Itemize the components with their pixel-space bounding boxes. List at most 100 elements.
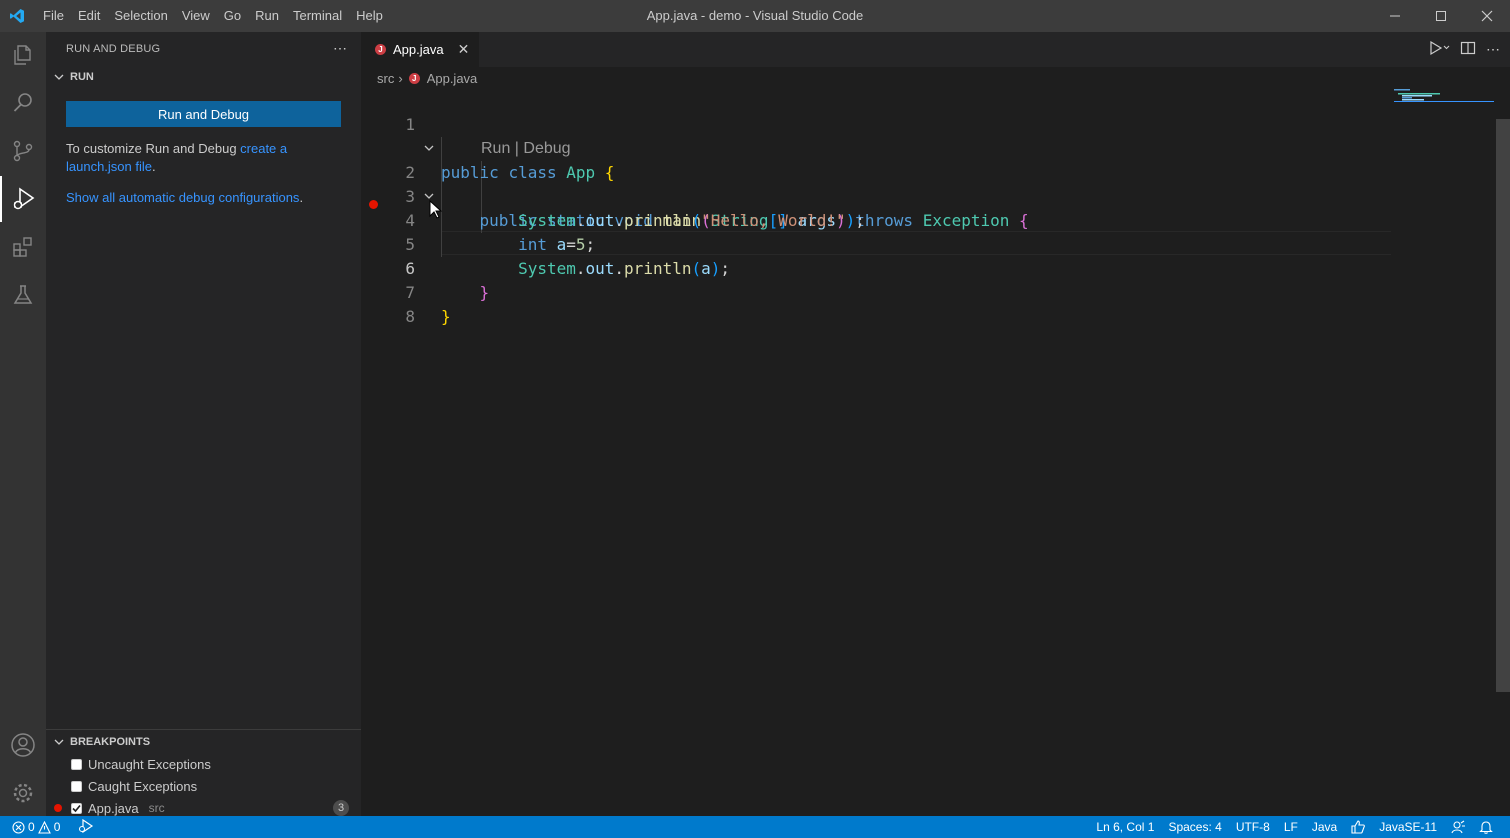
editor-more-button[interactable]: ⋯ [1486,41,1500,58]
menu-view[interactable]: View [175,0,217,32]
code-text: } [441,307,451,326]
status-left: 0 0 [0,818,94,836]
code-line: 7 } [361,257,450,326]
menu-help[interactable]: Help [349,0,390,32]
caught-exceptions-checkbox[interactable] [71,780,82,792]
language-mode[interactable]: Java [1305,816,1344,838]
status-bar: 0 0 Ln 6, Col 1 Spaces: 4 UTF-8 LF Java … [0,816,1510,838]
explorer-button[interactable] [0,32,46,78]
search-icon [13,93,32,112]
problems-indicator[interactable]: 0 0 [12,820,60,834]
extensions-icon [13,237,32,257]
menu-run[interactable]: Run [248,0,286,32]
notifications-button[interactable] [1472,816,1500,838]
minimize-button[interactable] [1372,0,1418,32]
run-debug-button[interactable] [0,176,46,222]
file-encoding[interactable]: UTF-8 [1229,816,1277,838]
code-line: 2 public static void main(String[] args)… [361,137,1028,230]
run-debug-codelens[interactable]: Run | Debug [481,137,571,161]
scrollbar-thumb[interactable] [1496,119,1510,692]
editor-scrollbar[interactable] [1496,89,1510,816]
chevron-right-icon: › [398,70,403,86]
minimap[interactable] [1394,89,1494,119]
breadcrumb-src[interactable]: src [377,71,394,86]
breakpoint-file-path: src [148,801,165,815]
app-java-breakpoint-checkbox[interactable] [71,802,82,814]
code-text: public class App { [441,163,615,182]
breakpoints-header[interactable]: BREAKPOINTS [46,731,361,753]
java-runtime[interactable]: JavaSE-11 [1372,816,1444,838]
error-count: 0 [28,820,35,834]
chevron-down-icon [52,737,66,747]
breakpoint-uncaught-exceptions[interactable]: Uncaught Exceptions [46,753,361,775]
breakpoint-label: Caught Exceptions [88,778,198,794]
run-section-header[interactable]: RUN [46,66,94,88]
code-line: 4 int a=5; [361,185,595,254]
split-editor-icon [1460,41,1476,55]
accounts-button[interactable] [0,722,46,768]
run-debug-sidebar: RUN AND DEBUG ⋯ RUN Run and Debug To cus… [46,32,361,816]
debug-status-button[interactable] [78,818,94,836]
status-right: Ln 6, Col 1 Spaces: 4 UTF-8 LF Java Java… [1089,816,1500,838]
window-controls [1372,0,1510,32]
run-file-button[interactable] [1428,40,1450,59]
breakpoint-label: Uncaught Exceptions [88,756,211,772]
play-icon [1430,40,1450,56]
breadcrumb-file[interactable]: App.java [427,71,478,86]
menu-edit[interactable]: Edit [71,0,107,32]
tab-label: App.java [393,42,444,57]
run-and-debug-button[interactable]: Run and Debug [66,101,341,127]
fold-chevron-icon[interactable] [423,137,437,168]
maximize-icon [1436,11,1446,21]
menu-file[interactable]: File [36,0,71,32]
warning-icon [37,820,51,834]
split-editor-button[interactable] [1460,40,1476,59]
search-button[interactable] [0,80,46,126]
source-control-button[interactable] [0,128,46,174]
minimize-icon [1390,15,1400,17]
warning-count: 0 [53,820,61,834]
breakpoints-label: BREAKPOINTS [70,736,151,748]
code-line: 6 } [361,233,489,302]
activity-bar [0,32,46,816]
breakpoint-caught-exceptions[interactable]: Caught Exceptions [46,775,361,797]
customize-text: To customize Run and Debug [66,141,241,156]
tab-app-java[interactable]: J App.java ✕ [361,32,480,67]
feedback-button[interactable] [1444,816,1472,838]
checkmark-icon [72,804,81,812]
close-tab-icon[interactable]: ✕ [458,41,470,58]
java-file-icon: J [408,72,420,84]
breakpoint-dot-icon [54,804,62,812]
vscode-logo-icon [2,0,32,32]
testing-button[interactable] [0,272,46,318]
title-bar: File Edit Selection View Go Run Terminal… [0,0,1510,32]
breakpoint-line-badge: 3 [333,800,349,816]
extensions-button[interactable] [0,224,46,270]
maximize-button[interactable] [1418,0,1464,32]
error-icon [12,820,25,834]
code-text: int a=5; [518,235,596,254]
java-file-icon: J [375,44,386,55]
menu-terminal[interactable]: Terminal [286,0,349,32]
manage-button[interactable] [0,770,46,816]
code-text: } [479,283,490,302]
cursor-position[interactable]: Ln 6, Col 1 [1089,816,1161,838]
codelens-line: Run | Debug [361,113,571,157]
thumbs-up-icon [1351,820,1366,834]
breadcrumb: src › J App.java [361,67,1510,89]
menu-selection[interactable]: Selection [107,0,174,32]
close-icon [1481,10,1493,22]
account-icon [11,733,35,757]
show-debug-configs-link[interactable]: Show all automatic debug configurations [66,190,299,205]
uncaught-exceptions-checkbox[interactable] [71,758,82,770]
minimap-preview [1394,89,1494,102]
indentation[interactable]: Spaces: 4 [1161,816,1228,838]
end-of-line[interactable]: LF [1277,816,1305,838]
close-window-button[interactable] [1464,0,1510,32]
run-debug-icon [79,818,94,833]
files-icon [14,45,31,65]
more-actions-icon[interactable]: ⋯ [333,40,347,57]
gear-icon [13,783,33,803]
menu-go[interactable]: Go [217,0,248,32]
java-status-button[interactable] [1344,816,1372,838]
